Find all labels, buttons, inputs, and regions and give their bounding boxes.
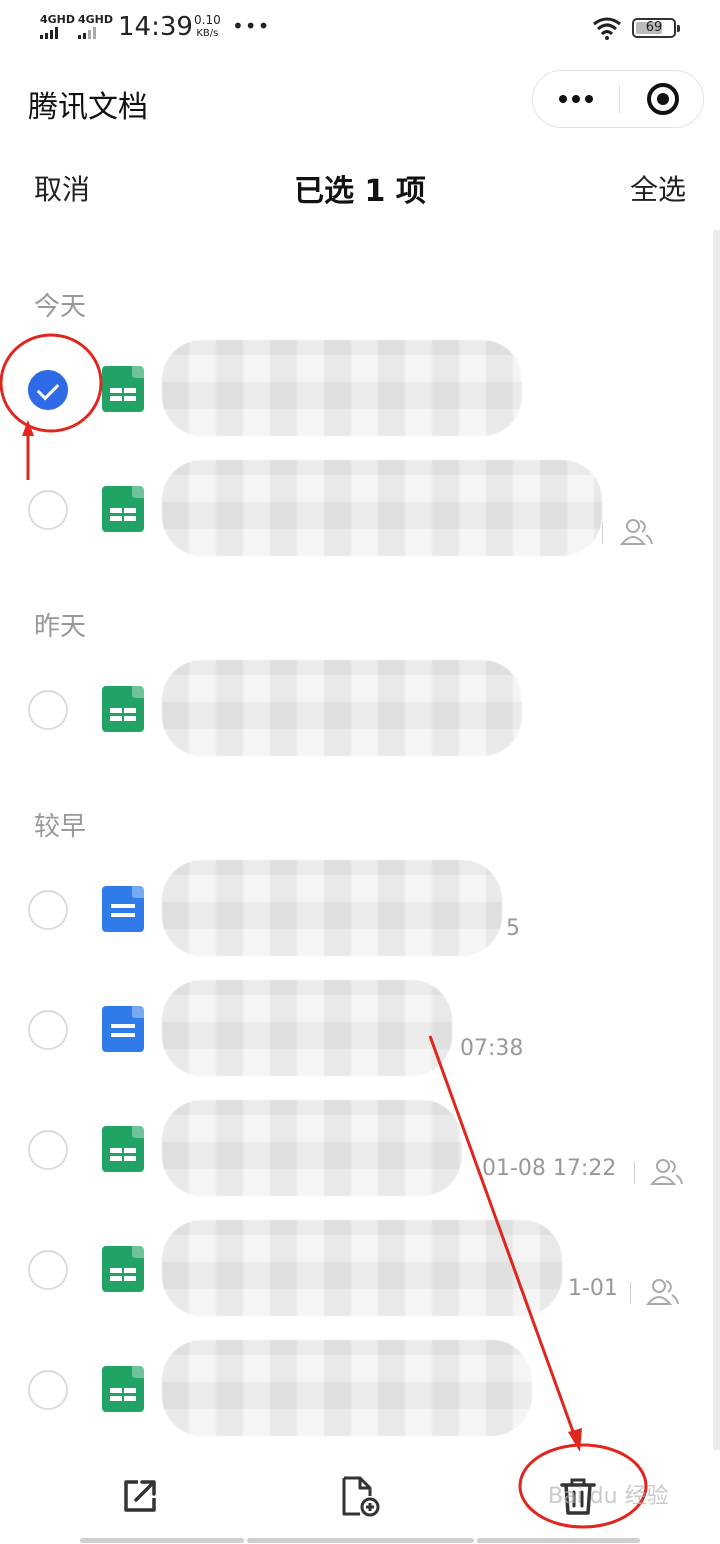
sheet-file-icon <box>102 486 144 532</box>
blurred-file-info <box>162 1340 532 1436</box>
section-header-today: 今天 <box>34 292 87 322</box>
speed-unit: KB/s <box>196 28 219 39</box>
file-row[interactable] <box>0 330 712 450</box>
signal-bars-icon <box>40 27 75 39</box>
file-row[interactable]: 01-08 17:22 <box>0 1090 712 1210</box>
row-checkbox[interactable] <box>28 1010 68 1050</box>
signal-bars-icon <box>78 27 113 39</box>
blurred-file-info <box>162 660 522 756</box>
wifi-icon <box>593 17 621 40</box>
meta-divider <box>602 522 603 544</box>
section-header-earlier: 较早 <box>34 812 87 842</box>
signal-sim2: 4GHD <box>78 14 113 39</box>
doc-file-icon <box>102 886 144 932</box>
home-indicator <box>80 1538 244 1543</box>
network-speed: 0.10 KB/s <box>194 14 221 40</box>
network-type-label: 4GHD <box>78 13 114 26</box>
signal-sim1: 4GHD <box>40 14 75 39</box>
shared-users-icon <box>646 1279 679 1305</box>
shared-users-icon <box>650 1159 683 1185</box>
file-row[interactable] <box>0 1330 712 1450</box>
watermark: Bai du 经验 <box>548 1484 669 1509</box>
blurred-file-info <box>162 340 522 436</box>
sheet-file-icon <box>102 1126 144 1172</box>
file-row[interactable] <box>0 650 712 770</box>
sheet-file-icon <box>102 1246 144 1292</box>
file-row[interactable]: 5 <box>0 850 712 970</box>
blurred-file-info <box>162 1100 462 1196</box>
status-bar: 4GHD 4GHD 14:39 0.10 KB/s ••• 69 <box>0 0 720 56</box>
capsule-divider <box>619 85 620 113</box>
battery-level: 69 <box>645 20 663 35</box>
blurred-file-info <box>162 860 502 956</box>
blurred-file-info <box>162 460 602 556</box>
row-checkbox[interactable] <box>28 1250 68 1290</box>
clock: 14:39 <box>118 12 193 42</box>
row-checkbox[interactable] <box>28 1370 68 1410</box>
add-file-icon[interactable] <box>330 1466 390 1526</box>
selection-count-title: 已选 1 项 <box>294 174 426 209</box>
select-all-button[interactable]: 全选 <box>630 168 686 208</box>
scrollbar[interactable] <box>713 230 720 1460</box>
row-checkbox[interactable] <box>28 490 68 530</box>
more-dots-icon[interactable] <box>533 71 619 127</box>
home-indicator <box>247 1538 474 1543</box>
sheet-file-icon <box>102 366 144 412</box>
row-checkbox[interactable] <box>28 1130 68 1170</box>
status-more: ••• <box>232 14 271 38</box>
miniprogram-capsule <box>532 70 704 128</box>
section-header-yesterday: 昨天 <box>34 612 87 642</box>
row-checkbox[interactable] <box>28 890 68 930</box>
shared-users-icon <box>620 519 653 545</box>
home-indicator <box>477 1538 640 1543</box>
meta-divider <box>630 1282 631 1304</box>
file-modified-time: 1-01 <box>568 1276 618 1301</box>
file-modified-time: 5 <box>506 916 520 941</box>
network-type-label: 4GHD <box>40 13 76 26</box>
sheet-file-icon <box>102 686 144 732</box>
app-title: 腾讯文档 <box>28 90 148 125</box>
blurred-file-info <box>162 1220 562 1316</box>
row-checkbox[interactable] <box>28 690 68 730</box>
battery-icon: 69 <box>632 18 680 38</box>
file-modified-time: 07:38 <box>460 1036 524 1061</box>
share-external-icon[interactable] <box>110 1466 170 1526</box>
file-modified-time: 01-08 17:22 <box>482 1156 617 1181</box>
meta-divider <box>634 1162 635 1184</box>
row-checkbox-checked[interactable] <box>28 370 68 410</box>
file-row[interactable]: 1-01 <box>0 1210 712 1330</box>
file-row[interactable]: 07:38 <box>0 970 712 1090</box>
sheet-file-icon <box>102 1366 144 1412</box>
target-close-icon[interactable] <box>647 83 679 115</box>
doc-file-icon <box>102 1006 144 1052</box>
blurred-file-info <box>162 980 452 1076</box>
speed-value: 0.10 <box>194 13 221 27</box>
file-row[interactable] <box>0 450 712 570</box>
